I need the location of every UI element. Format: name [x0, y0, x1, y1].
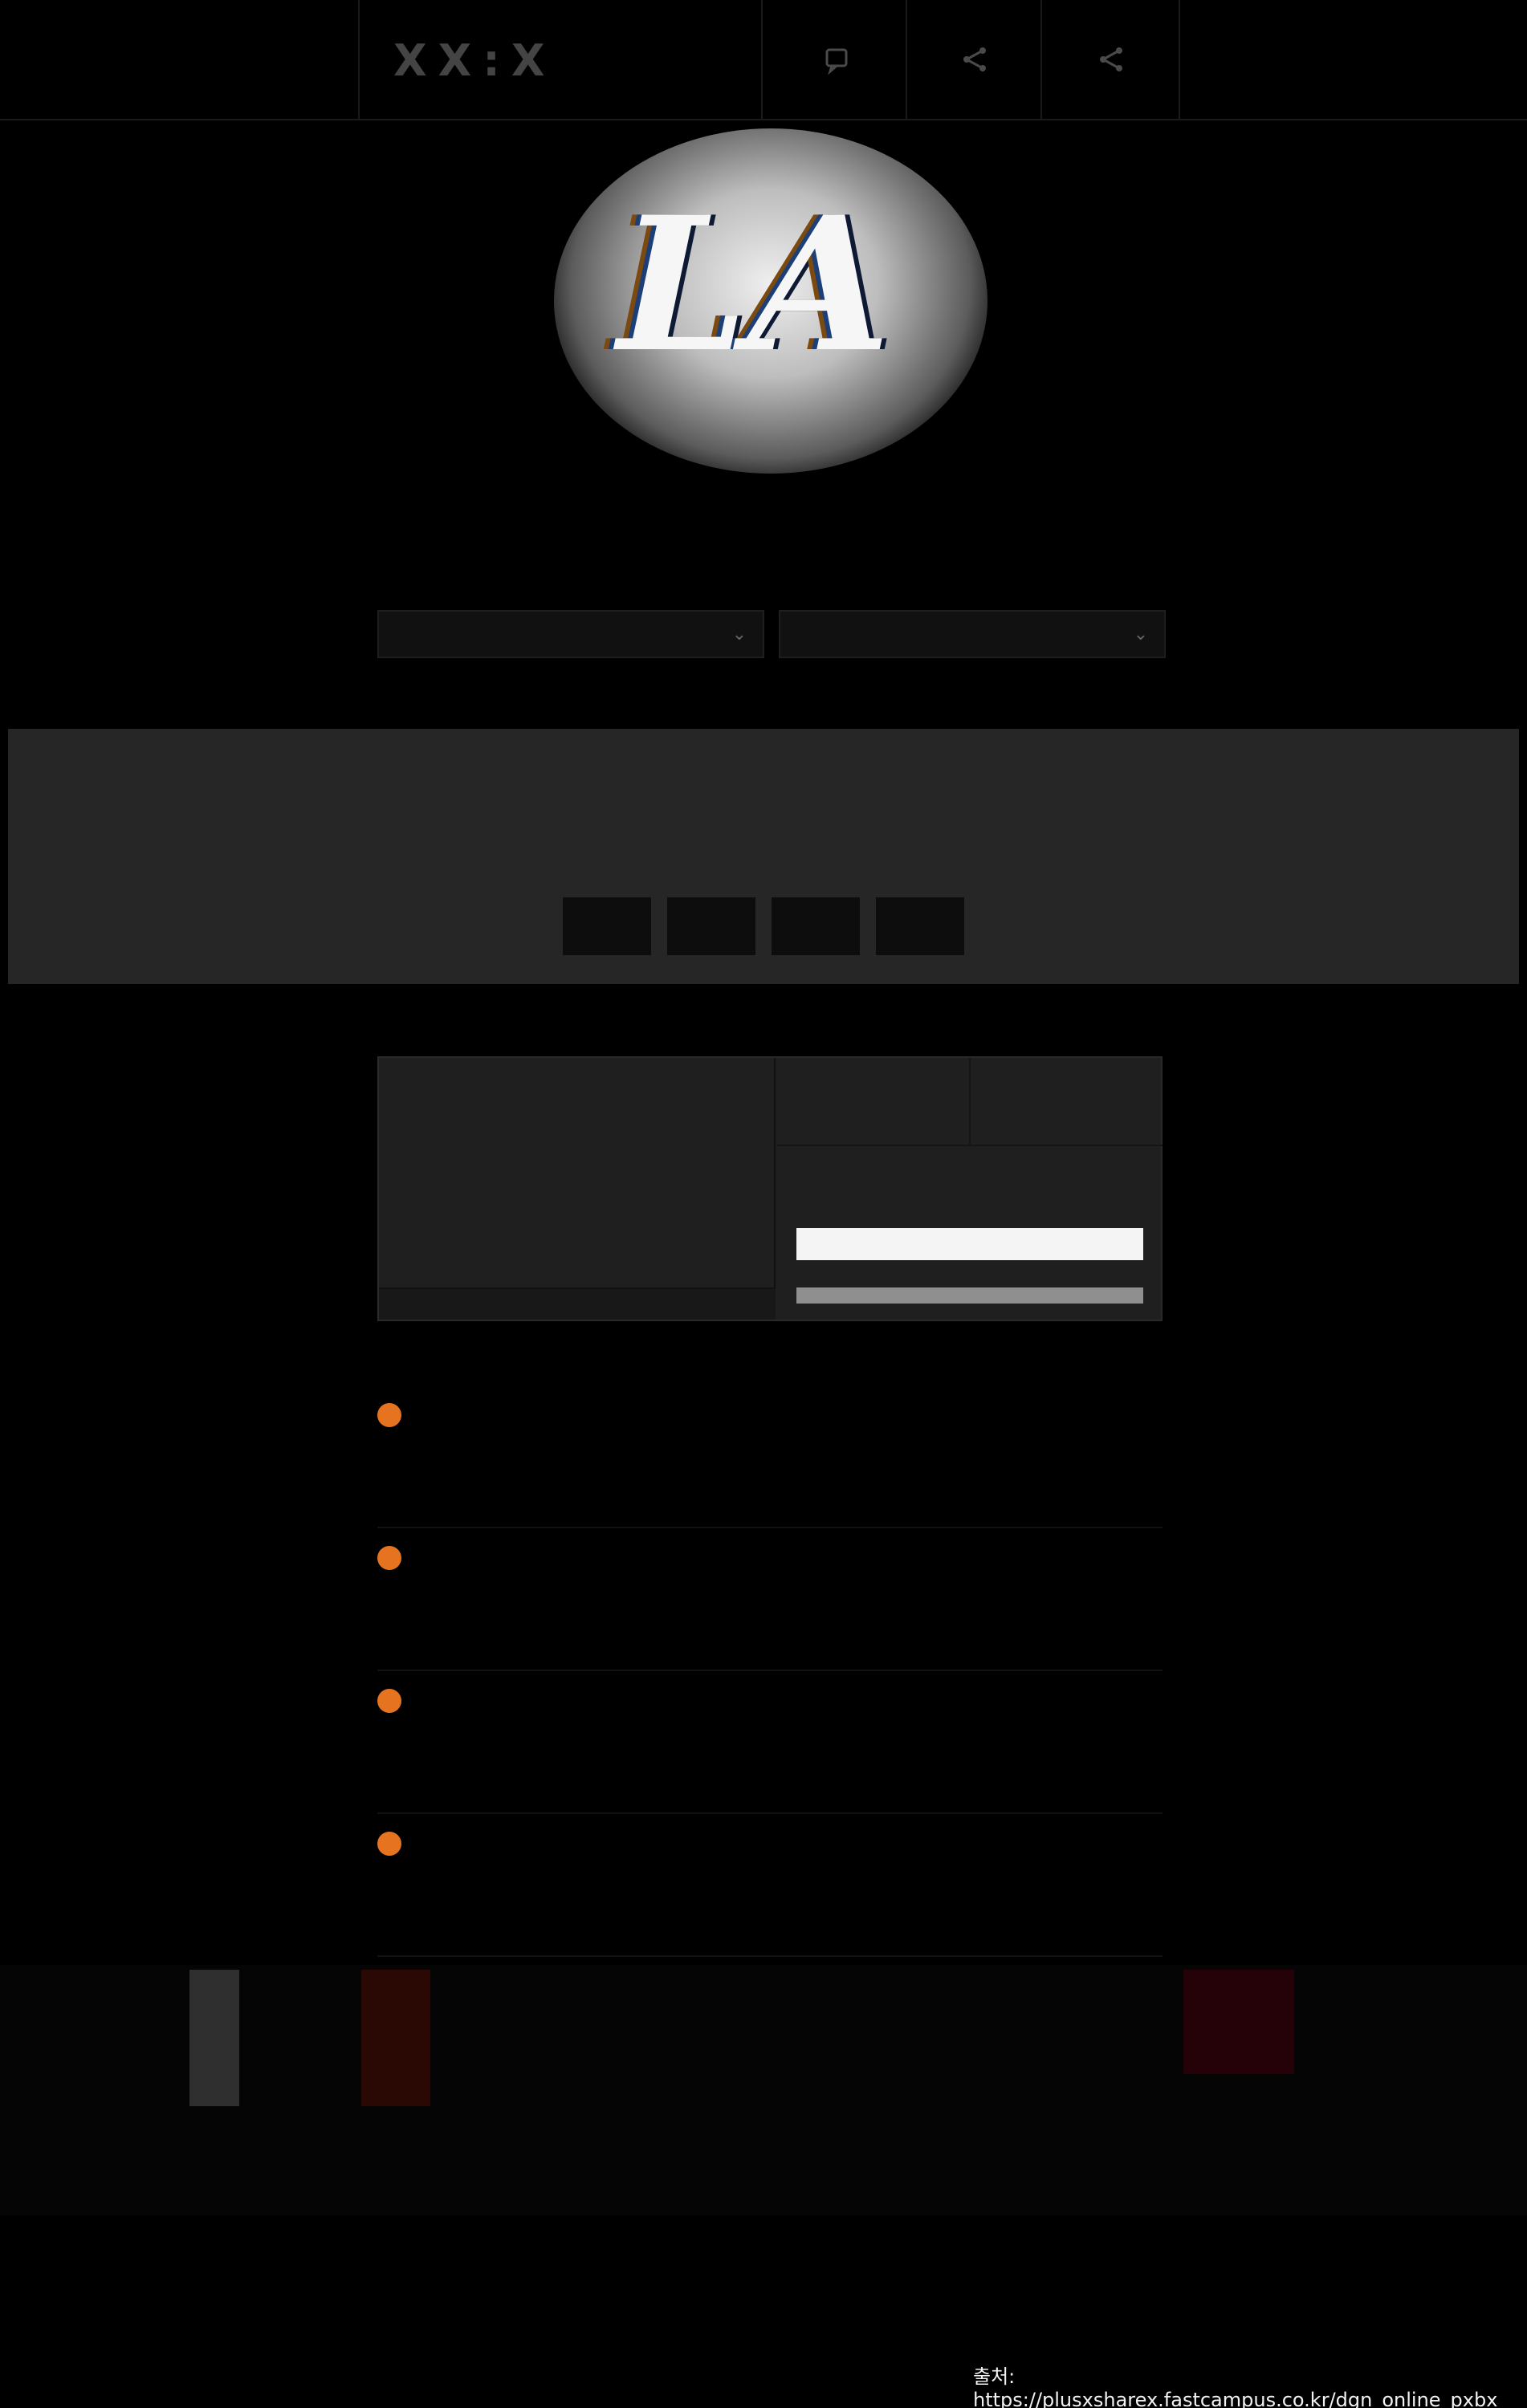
share-icon [963, 47, 986, 71]
course-purchase-card [377, 1056, 1163, 1321]
hero-image-glyph: LA [595, 177, 914, 393]
info-value [777, 1689, 1163, 1703]
orange-dot-icon [377, 1403, 401, 1427]
share-alt-icon [1100, 47, 1122, 71]
decorative-block [1183, 1970, 1294, 2074]
notice-button-4[interactable] [876, 897, 964, 955]
dropdown-select-1[interactable]: ⌄ [377, 610, 764, 658]
brand-logo[interactable]: XX:X [393, 35, 556, 86]
notice-button-1[interactable] [563, 897, 651, 955]
share-button[interactable] [951, 35, 999, 83]
course-card-footer [379, 1287, 776, 1320]
purchase-option-1[interactable] [777, 1058, 971, 1145]
hero-image: LA [554, 128, 987, 474]
dropdown-select-2[interactable]: ⌄ [779, 610, 1166, 658]
course-tag[interactable] [754, 544, 773, 551]
source-caption: 출처: https://plusxsharex.fastcampus.co.kr… [973, 2365, 1498, 2408]
info-value [777, 1832, 1163, 1846]
info-row [377, 1814, 1163, 1957]
info-label [377, 1832, 406, 1862]
info-value [777, 1546, 1163, 1560]
orange-dot-icon [377, 1832, 401, 1856]
info-row [377, 1671, 1163, 1814]
course-tag[interactable] [677, 544, 696, 551]
share-alt-button[interactable] [1087, 35, 1135, 83]
orange-dot-icon [377, 1546, 401, 1570]
nav-cell-left [0, 0, 360, 119]
chevron-down-icon: ⌄ [731, 624, 747, 644]
course-card-purchase [777, 1058, 1163, 1320]
course-tag[interactable] [792, 544, 812, 551]
purchase-options [777, 1058, 1163, 1146]
instructor-band [0, 1965, 1527, 2215]
secondary-button[interactable] [796, 1287, 1143, 1304]
chevron-down-icon: ⌄ [1133, 624, 1148, 644]
chat-button[interactable] [812, 35, 861, 83]
purchase-option-2[interactable] [971, 1058, 1163, 1145]
decorative-block [361, 1970, 430, 2106]
decorative-block [189, 1970, 239, 2106]
course-tag[interactable] [715, 544, 735, 551]
notice-button-2[interactable] [667, 897, 755, 955]
notice-buttons [8, 897, 1519, 955]
orange-dot-icon [377, 1689, 401, 1713]
info-label [377, 1546, 406, 1576]
course-tag[interactable] [831, 544, 850, 551]
chat-icon [825, 48, 848, 75]
info-label [377, 1689, 406, 1719]
course-card-info [379, 1058, 776, 1320]
top-navigation: XX:X [0, 0, 1527, 120]
notice-band [8, 729, 1519, 984]
course-tags [0, 544, 1527, 551]
info-label [377, 1403, 406, 1434]
enroll-button[interactable] [796, 1228, 1143, 1260]
notice-button-3[interactable] [772, 897, 860, 955]
info-row [377, 1528, 1163, 1671]
info-value [777, 1403, 1163, 1418]
info-row [377, 1385, 1163, 1528]
